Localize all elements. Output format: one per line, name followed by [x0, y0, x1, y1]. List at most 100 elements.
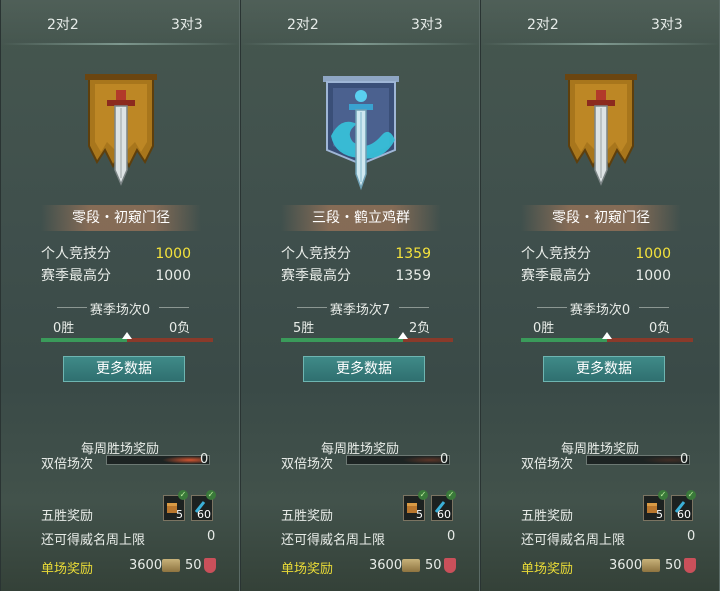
season-matches-title: 赛季场次7 [241, 299, 479, 318]
score-value: 1000 [155, 246, 191, 262]
double-matches-label: 双倍场次 [281, 457, 334, 472]
season-matches-label: 赛季场次7 [329, 303, 391, 318]
win-ratio-marker [398, 332, 408, 339]
honor-reward-value: 50 [665, 558, 682, 573]
tab-2v2[interactable]: 2对2 [287, 14, 319, 34]
wins-count: 0胜 [533, 321, 555, 336]
ornament-right [639, 307, 669, 308]
tab-3v3[interactable]: 3对3 [171, 14, 203, 34]
season-high-row: 赛季最高分 1000 [41, 267, 201, 285]
mode-tabs: 2对2 3对3 [241, 0, 479, 45]
tab-2v2[interactable]: 2对2 [47, 14, 79, 34]
coin-icon [642, 559, 660, 572]
score-label: 个人竞技分 [41, 246, 111, 262]
coin-reward-value: 3600 [369, 558, 403, 573]
check-icon: ✓ [686, 490, 696, 500]
reward-item-count: 60 [437, 508, 451, 521]
tab-divider [481, 43, 719, 45]
dragon-sword-banner-icon [323, 76, 399, 191]
more-data-button[interactable]: 更多数据 [543, 356, 665, 382]
single-match-reward-label: 单场奖励 [521, 562, 574, 577]
single-match-reward-label: 单场奖励 [281, 562, 334, 577]
losses-count: 0负 [649, 321, 671, 336]
reward-item-chest[interactable]: 5 ✓ [643, 490, 668, 521]
win-fill [521, 338, 607, 342]
score-row: 个人竞技分 1359 [281, 245, 441, 263]
more-data-button[interactable]: 更多数据 [303, 356, 425, 382]
coin-reward-value: 3600 [129, 558, 163, 573]
score-label: 个人竞技分 [521, 246, 591, 262]
wins-count: 5胜 [293, 321, 315, 336]
win-loss-bar [521, 332, 693, 342]
win-fill [41, 338, 127, 342]
rank-title: 三段・鹤立鸡群 [281, 205, 441, 231]
check-icon: ✓ [418, 490, 428, 500]
tab-3v3[interactable]: 3对3 [411, 14, 443, 34]
losses-count: 0负 [169, 321, 191, 336]
coin-icon [162, 559, 180, 572]
double-matches-bar [346, 455, 450, 465]
weekly-limit-value: 0 [687, 529, 696, 544]
losses-count: 2负 [409, 321, 431, 336]
honor-shield-icon [444, 558, 456, 573]
score-value: 1000 [635, 246, 671, 262]
more-data-button[interactable]: 更多数据 [63, 356, 185, 382]
win-ratio-marker [122, 332, 132, 339]
reward-item-count: 5 [176, 508, 183, 521]
honor-reward-value: 50 [425, 558, 442, 573]
rank-title: 零段・初窥门径 [41, 205, 201, 231]
mode-tabs: 2对2 3对3 [481, 0, 719, 45]
arena-panel: 2对2 3对3 零段・初窥门径 个人竞技分 1000 赛季最高分 1000 赛季… [0, 0, 240, 591]
double-matches-bar [106, 455, 210, 465]
double-matches-label: 双倍场次 [521, 457, 574, 472]
season-high-value: 1000 [155, 268, 191, 284]
ornament-left [297, 307, 327, 308]
bar-glow [162, 456, 202, 464]
reward-item-chest[interactable]: 5 ✓ [403, 490, 428, 521]
double-matches-value: 0 [200, 452, 209, 467]
season-high-label: 赛季最高分 [281, 268, 351, 284]
score-row: 个人竞技分 1000 [41, 245, 201, 263]
five-win-reward-label: 五胜奖励 [521, 509, 574, 524]
reward-item-scroll[interactable]: 60 ✓ [671, 490, 696, 521]
season-matches-title: 赛季场次0 [1, 299, 239, 318]
mode-tabs: 2对2 3对3 [1, 0, 239, 45]
tab-3v3[interactable]: 3对3 [651, 14, 683, 34]
tab-2v2[interactable]: 2对2 [527, 14, 559, 34]
double-matches-value: 0 [440, 452, 449, 467]
reward-item-chest[interactable]: 5 ✓ [163, 490, 188, 521]
win-ratio-marker [602, 332, 612, 339]
wins-count: 0胜 [53, 321, 75, 336]
honor-shield-icon [204, 558, 216, 573]
bar-glow [402, 456, 442, 464]
reward-item-scroll[interactable]: 60 ✓ [191, 490, 216, 521]
ornament-left [537, 307, 567, 308]
tab-divider [241, 43, 479, 45]
reward-item-count: 5 [656, 508, 663, 521]
bronze-sword-banner-icon [565, 74, 637, 186]
reward-item-scroll[interactable]: 60 ✓ [431, 490, 456, 521]
honor-shield-icon [684, 558, 696, 573]
reward-item-count: 5 [416, 508, 423, 521]
double-matches-value: 0 [680, 452, 689, 467]
weekly-limit-value: 0 [447, 529, 456, 544]
check-icon: ✓ [658, 490, 668, 500]
weekly-limit-label: 还可得威名周上限 [521, 533, 626, 548]
check-icon: ✓ [446, 490, 456, 500]
win-loss-bar [281, 332, 453, 342]
season-high-row: 赛季最高分 1000 [521, 267, 681, 285]
check-icon: ✓ [178, 490, 188, 500]
five-win-reward-label: 五胜奖励 [281, 509, 334, 524]
double-matches-label: 双倍场次 [41, 457, 94, 472]
season-high-value: 1359 [395, 268, 431, 284]
reward-item-count: 60 [197, 508, 211, 521]
single-match-reward-label: 单场奖励 [41, 562, 94, 577]
weekly-limit-label: 还可得威名周上限 [41, 533, 146, 548]
bronze-sword-banner-icon [85, 74, 157, 186]
season-high-label: 赛季最高分 [521, 268, 591, 284]
arena-panel: 2对2 3对3 三段・鹤立鸡群 个人竞技分 1359 赛季最高分 1359 赛季… [240, 0, 480, 591]
coin-reward-value: 3600 [609, 558, 643, 573]
season-matches-label: 赛季场次0 [569, 303, 631, 318]
season-high-value: 1000 [635, 268, 671, 284]
season-matches-label: 赛季场次0 [89, 303, 151, 318]
